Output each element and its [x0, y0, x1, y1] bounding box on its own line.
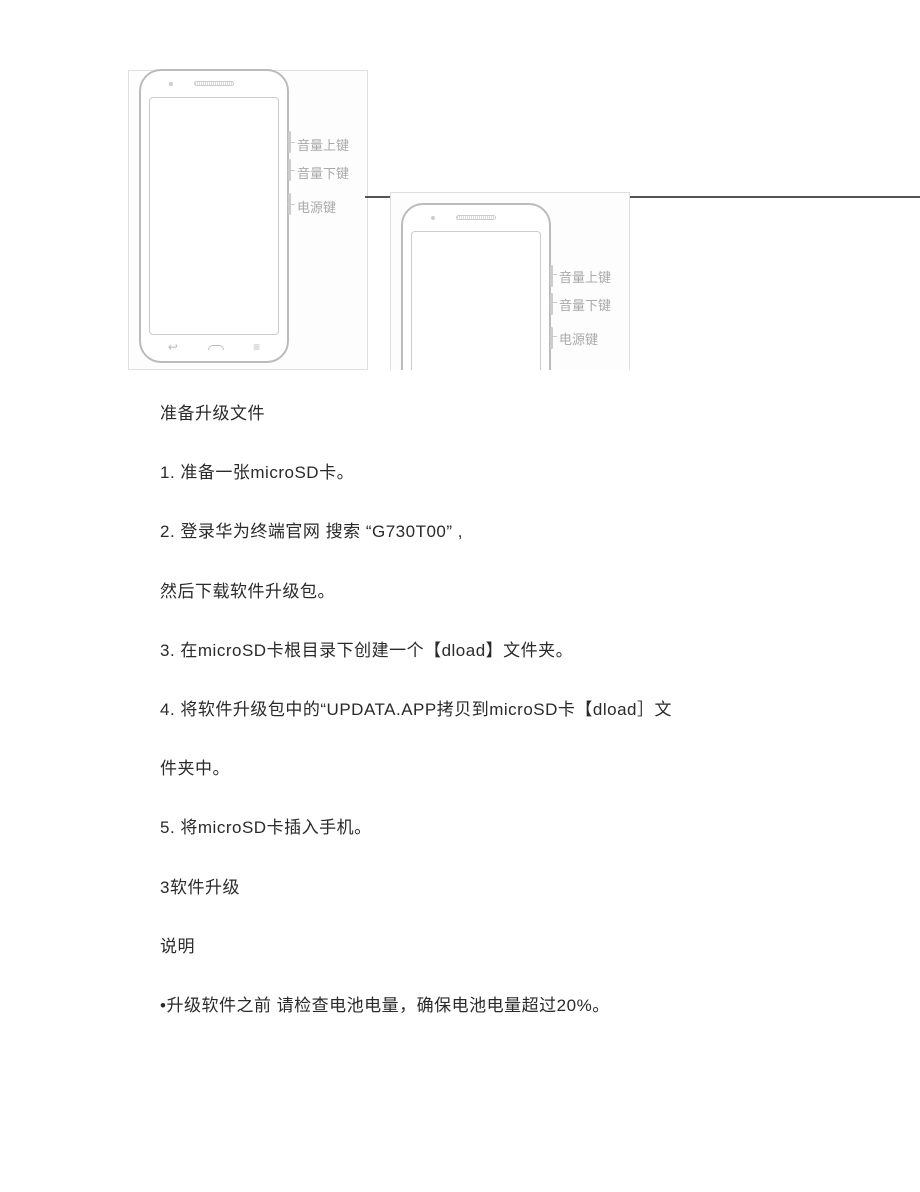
- step-5: 5. 将microSD卡插入手机。: [160, 814, 760, 841]
- phone-outline: [401, 203, 551, 370]
- volume-up-key-icon: [550, 265, 553, 287]
- back-icon: ↩: [168, 340, 178, 354]
- label-power: 电源键: [559, 329, 598, 348]
- earpiece-icon: [194, 81, 234, 86]
- step-2-cont: 然后下载软件升级包。: [160, 578, 760, 605]
- sensor-dot-icon: [169, 82, 173, 86]
- label-line: [549, 274, 557, 275]
- sensor-dot-icon: [431, 216, 435, 220]
- menu-icon: ≡: [253, 340, 260, 354]
- step-3: 3. 在microSD卡根目录下创建一个【dload】文件夹。: [160, 637, 760, 664]
- label-line: [287, 142, 295, 143]
- step-4-cont: 件夹中。: [160, 755, 760, 782]
- earpiece-icon: [456, 215, 496, 220]
- phone-diagram-right: 音量上键 音量下键 电源键: [390, 192, 630, 370]
- phone-screen: [411, 231, 541, 370]
- phone-diagram-left: ↩ ≡ 音量上键 音量下键 电源键: [128, 70, 368, 370]
- step-4: 4. 将软件升级包中的“UPDATA.APP拷贝到microSD卡【dload］…: [160, 696, 760, 723]
- label-line: [287, 170, 295, 171]
- label-volume-down: 音量下键: [559, 295, 611, 314]
- label-volume-down: 音量下键: [297, 163, 349, 182]
- volume-down-key-icon: [550, 293, 553, 315]
- step-2: 2. 登录华为终端官网 搜索 “G730T00” ,: [160, 518, 760, 545]
- label-volume-up: 音量上键: [297, 135, 349, 154]
- label-volume-up: 音量上键: [559, 267, 611, 286]
- phone-diagram-area: ↩ ≡ 音量上键 音量下键 电源键 音量上键 音量下键 电源: [0, 0, 920, 370]
- heading-upgrade: 3软件升级: [160, 874, 760, 901]
- note-1: •升级软件之前 请检查电池电量，确保电池电量超过20%。: [160, 992, 760, 1019]
- power-key-icon: [550, 327, 553, 349]
- label-power: 电源键: [297, 197, 336, 216]
- label-line: [549, 336, 557, 337]
- note-heading: 说明: [160, 933, 760, 960]
- home-icon: [208, 345, 224, 350]
- label-line: [287, 204, 295, 205]
- phone-screen: [149, 97, 279, 335]
- phone-outline: ↩ ≡: [139, 69, 289, 363]
- step-1: 1. 准备一张microSD卡。: [160, 459, 760, 486]
- document-body: 准备升级文件 1. 准备一张microSD卡。 2. 登录华为终端官网 搜索 “…: [0, 370, 920, 1019]
- nav-buttons: ↩ ≡: [141, 340, 287, 354]
- label-line: [549, 302, 557, 303]
- heading-prepare: 准备升级文件: [160, 400, 760, 427]
